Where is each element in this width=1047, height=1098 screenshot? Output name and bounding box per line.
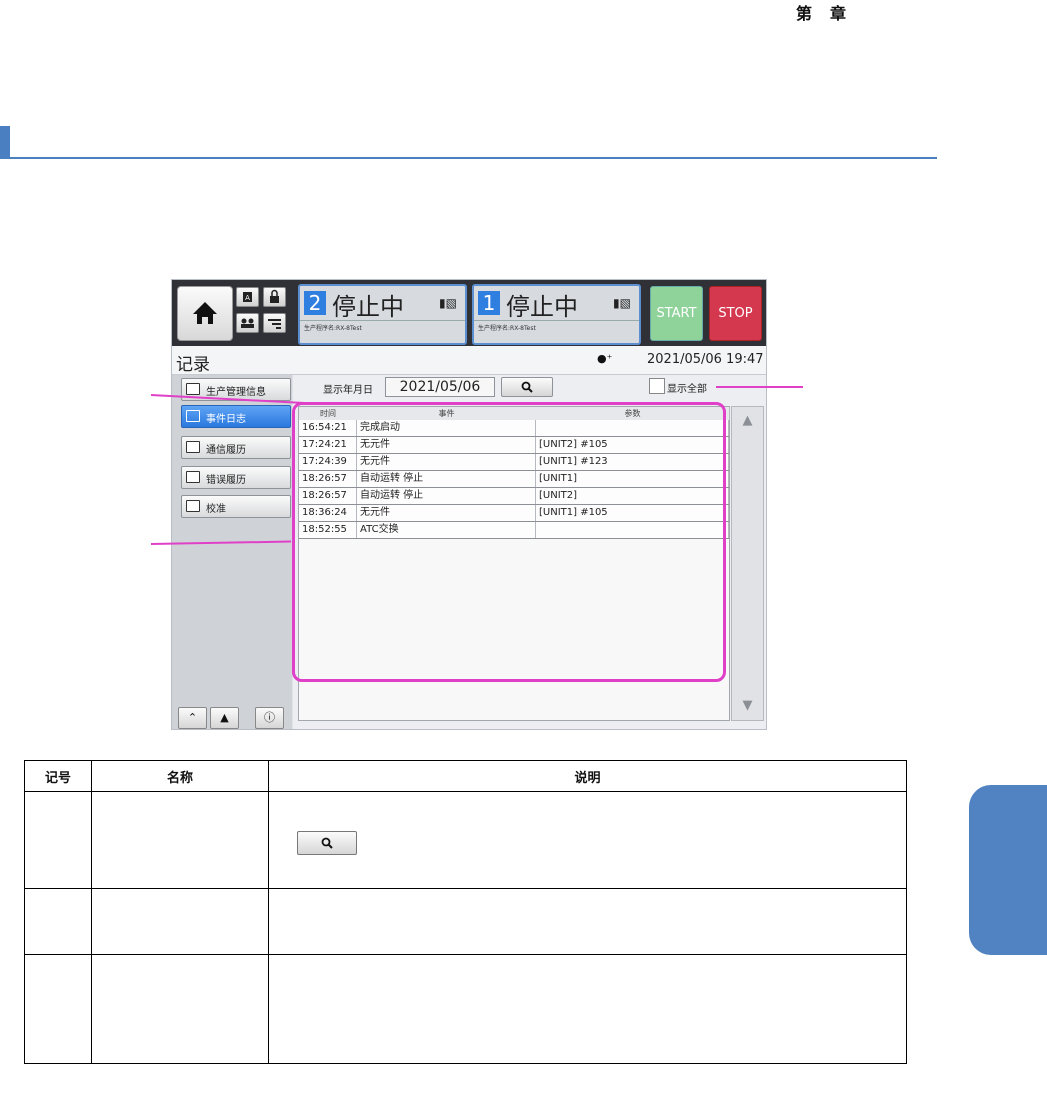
calibration-icon: [186, 500, 200, 512]
home-button[interactable]: [177, 286, 233, 341]
date-filter-label: 显示年月日: [323, 385, 373, 396]
table-row: [24, 791, 907, 889]
auto-mode-icon: A: [243, 292, 252, 302]
scroll-down-icon[interactable]: ▼: [732, 698, 763, 713]
warning-button[interactable]: ▲: [210, 707, 239, 729]
operator-button[interactable]: [236, 313, 259, 333]
event-log-icon: [186, 410, 200, 422]
network-icon: [268, 319, 281, 329]
column-header-description: 说明: [268, 760, 907, 792]
hmi-top-bar: A 2 停止中 ▮▧ 生产程序名:RX-8Test 1 停止中 ▮▧ 生产程序名…: [172, 280, 766, 346]
date-filter-field[interactable]: 2021/05/06: [385, 377, 495, 397]
network-button[interactable]: [263, 313, 286, 333]
section-marker: [0, 126, 10, 159]
warning-icon: ▲: [220, 711, 229, 724]
sidebar-item-error-history[interactable]: 错误履历: [181, 466, 291, 489]
show-all-checkbox[interactable]: [649, 378, 665, 394]
search-icon: [321, 837, 333, 849]
scroll-up-icon[interactable]: ▲: [732, 413, 763, 428]
table-row: [24, 888, 907, 955]
unit-status: 停止中: [332, 293, 404, 321]
highlight-frame: [292, 402, 726, 682]
hmi-title-bar: 记录 ●⁺ 2021/05/06 19:47: [172, 346, 766, 375]
column-header-name: 名称: [91, 760, 269, 792]
divider: [300, 320, 465, 321]
comm-history-icon: [186, 441, 200, 453]
robot-icon: ▮▧: [613, 296, 631, 310]
info-icon: ⓘ: [264, 711, 275, 724]
program-name: 生产程序名:RX-8Test: [304, 325, 362, 332]
vertical-scrollbar[interactable]: ▲ ▼: [731, 406, 764, 721]
show-all-label: 显示全部: [667, 384, 707, 395]
lock-button[interactable]: [263, 287, 286, 307]
unit-number: 1: [478, 291, 500, 315]
svg-text:A: A: [245, 294, 250, 302]
chapter-side-tab: [969, 785, 1047, 955]
home-icon: [193, 302, 217, 324]
column-header-symbol: 记号: [24, 760, 92, 792]
info-button[interactable]: ⓘ: [255, 707, 284, 729]
stop-button[interactable]: STOP: [709, 286, 762, 341]
sidebar-item-event-log[interactable]: 事件日志: [181, 405, 291, 428]
program-name: 生产程序名:RX-8Test: [478, 325, 536, 332]
error-history-icon: [186, 471, 200, 483]
double-chevron-up-icon: ⌃: [187, 711, 198, 724]
unit1-status-panel[interactable]: 1 停止中 ▮▧ 生产程序名:RX-8Test: [472, 284, 641, 345]
chapter-heading: 第章: [796, 4, 847, 23]
start-button[interactable]: START: [650, 286, 703, 341]
operator-icon: [241, 318, 254, 328]
search-button-sample: [297, 831, 357, 855]
auto-mode-button[interactable]: A: [236, 287, 259, 307]
unit-number: 2: [304, 291, 326, 315]
section-rule: [0, 157, 937, 159]
search-button[interactable]: [501, 377, 553, 397]
robot-icon: ▮▧: [439, 296, 457, 310]
production-info-icon: [186, 383, 200, 395]
search-icon: [521, 381, 533, 393]
screen-title: 记录: [176, 355, 210, 375]
collapse-button[interactable]: ⌃: [178, 707, 207, 729]
unit-status: 停止中: [506, 293, 578, 321]
table-row: [24, 954, 907, 1064]
spec-table: 记号 名称 说明: [24, 760, 907, 1064]
sidebar-item-calibration[interactable]: 校准: [181, 495, 291, 518]
user-icon[interactable]: ●⁺: [597, 352, 612, 365]
sidebar: 生产管理信息 事件日志 通信履历 错误履历 校准 ⌃ ▲ ⓘ: [172, 375, 292, 729]
datetime: 2021/05/06 19:47: [647, 352, 764, 367]
divider: [474, 320, 639, 321]
unit2-status-panel[interactable]: 2 停止中 ▮▧ 生产程序名:RX-8Test: [298, 284, 467, 345]
callout-line-show-all: [716, 386, 803, 388]
sidebar-item-comm-history[interactable]: 通信履历: [181, 436, 291, 459]
lock-icon: [270, 289, 279, 303]
